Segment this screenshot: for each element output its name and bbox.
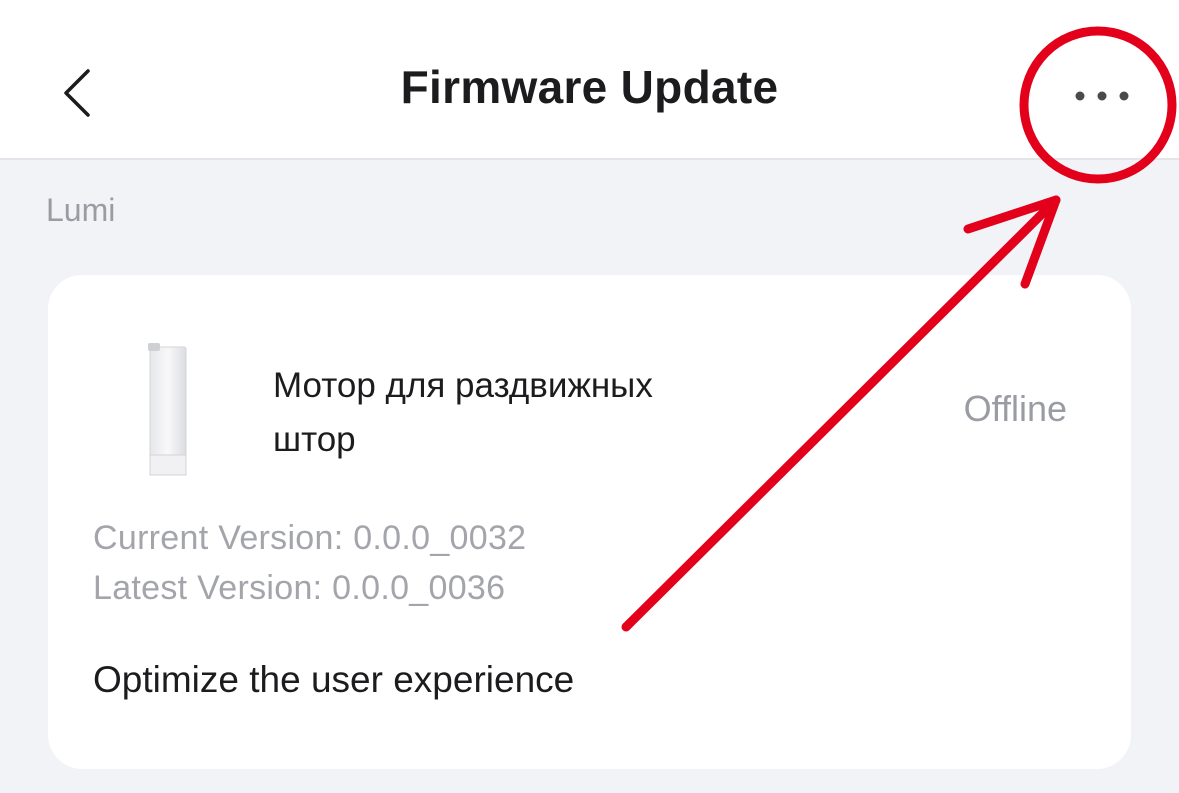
device-card[interactable]: Мотор для раздвижных штор Offline Curren…	[48, 275, 1131, 769]
section-label: Lumi	[46, 192, 116, 228]
update-description: Optimize the user experience	[93, 659, 575, 700]
more-dots-icon	[1075, 91, 1129, 101]
status-label: Offline	[963, 388, 1067, 429]
page-title: Firmware Update	[400, 61, 779, 113]
current-version: Current Version: 0.0.0_0032	[93, 519, 527, 557]
header-bar: Firmware Update	[0, 0, 1179, 160]
more-options-button[interactable]	[1060, 70, 1144, 122]
latest-version: Latest Version: 0.0.0_0036	[93, 569, 506, 607]
curtain-motor-image	[148, 343, 187, 476]
device-name: Мотор для раздвижных штор	[273, 366, 653, 459]
